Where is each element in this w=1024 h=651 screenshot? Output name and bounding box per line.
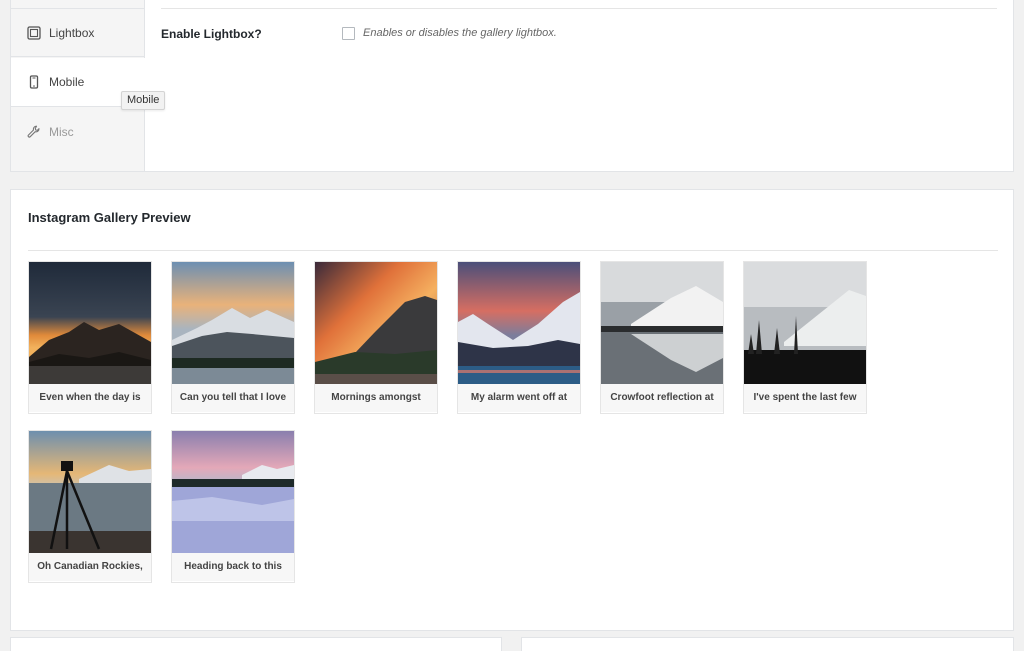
wrench-icon — [27, 125, 41, 139]
tab-mobile-label: Mobile — [49, 75, 85, 89]
gallery-caption: I've spent the last few — [744, 384, 866, 412]
gallery-item[interactable]: I've spent the last few — [743, 261, 867, 414]
lightbox-icon — [27, 25, 41, 40]
gallery-photo — [29, 262, 151, 384]
gallery-caption: Crowfoot reflection at — [601, 384, 723, 412]
gallery-photo — [458, 262, 580, 384]
tab-misc-label: Misc — [49, 124, 74, 139]
gallery-item[interactable]: Heading back to this — [171, 430, 295, 583]
gallery-photo — [315, 262, 437, 384]
enable-lightbox-description: Enables or disables the gallery lightbox… — [363, 27, 557, 39]
gallery-caption: Mornings amongst — [315, 384, 437, 412]
tab-lightbox-label: Lightbox — [49, 25, 95, 40]
gallery-caption: Oh Canadian Rockies, — [29, 553, 151, 581]
gallery-item[interactable]: Oh Canadian Rockies, — [28, 430, 152, 583]
gallery-photo — [601, 262, 723, 384]
gallery-preview-panel: Instagram Gallery Preview Even when the … — [10, 189, 1014, 631]
tab-misc[interactable]: Misc — [11, 107, 145, 156]
mobile-tooltip: Mobile — [121, 91, 166, 110]
gallery-caption: Heading back to this — [172, 553, 294, 581]
settings-panel: Lightbox Mobile Misc Enable Lightbox? En… — [10, 0, 1014, 172]
tab-lightbox[interactable]: Lightbox — [11, 8, 145, 57]
gallery-caption: My alarm went off at — [458, 384, 580, 412]
gallery-photo — [172, 431, 294, 553]
gallery-item[interactable]: Even when the day is — [28, 261, 152, 414]
gallery-caption: Can you tell that I love — [172, 384, 294, 412]
enable-lightbox-checkbox[interactable] — [342, 27, 355, 40]
divider — [161, 8, 997, 9]
gallery-photo — [29, 431, 151, 553]
gallery-preview-title: Instagram Gallery Preview — [28, 210, 191, 225]
gallery-item[interactable]: Mornings amongst — [314, 261, 438, 414]
gallery-photo — [172, 262, 294, 384]
gallery-caption: Even when the day is — [29, 384, 151, 412]
settings-tabs: Lightbox Mobile Misc — [11, 0, 145, 171]
bottom-panel-left — [10, 637, 502, 651]
bottom-panel-right — [521, 637, 1014, 651]
gallery-item[interactable]: Can you tell that I love — [171, 261, 295, 414]
gallery-item[interactable]: Crowfoot reflection at — [600, 261, 724, 414]
gallery-photo — [744, 262, 866, 384]
gallery-item[interactable]: My alarm went off at — [457, 261, 581, 414]
enable-lightbox-label: Enable Lightbox? — [161, 27, 262, 41]
mobile-icon — [27, 75, 41, 89]
divider — [28, 250, 998, 251]
